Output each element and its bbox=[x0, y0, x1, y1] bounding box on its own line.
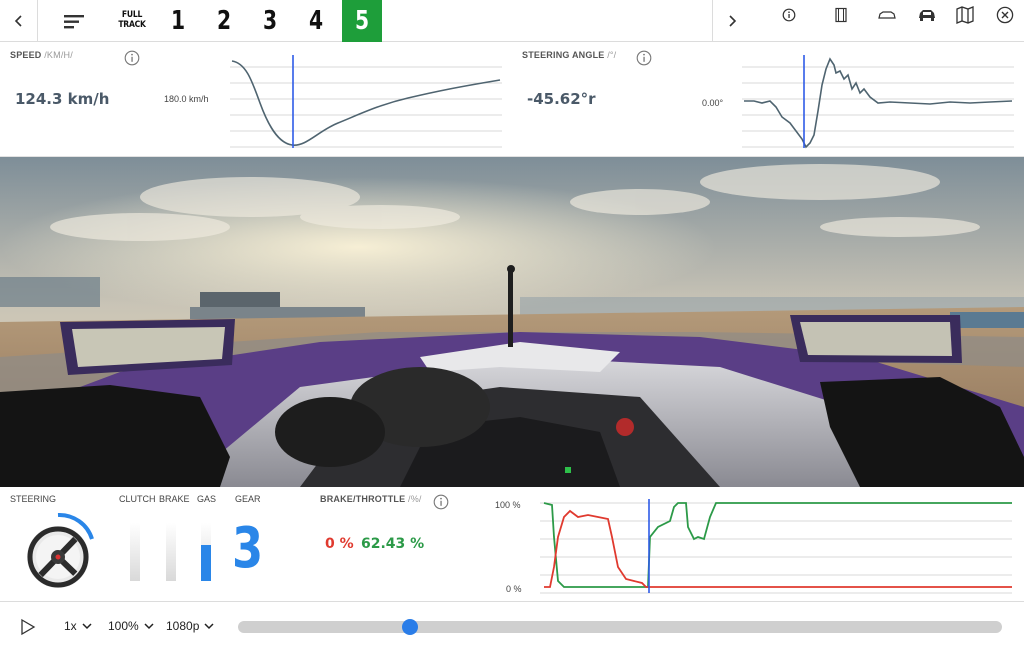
brake-throttle-panel: BRAKE/THROTTLE /%/ 0 % 62.43 % 100 % 0 % bbox=[292, 487, 1024, 600]
gear-value: 3 bbox=[232, 516, 264, 581]
full-track-line1: FULL bbox=[121, 10, 143, 20]
lap-label: 5 bbox=[354, 6, 370, 36]
brake-label: BRAKE bbox=[159, 494, 190, 504]
speed-trace-chart bbox=[230, 55, 502, 148]
quality-select[interactable]: 1080p bbox=[166, 619, 214, 633]
steering-angle-label: STEERING ANGLE /°/ bbox=[522, 50, 616, 60]
lap-label: 1 bbox=[170, 6, 186, 36]
film-icon[interactable] bbox=[830, 4, 852, 26]
speed-unit: /KM/H/ bbox=[44, 50, 73, 60]
lap-label: 3 bbox=[262, 6, 278, 36]
telemetry-replay-app: FULL TRACK 1 2 3 4 5 SPEED /KM/H/ 124.3 … bbox=[0, 0, 1024, 648]
brake-value: 0 % bbox=[325, 536, 354, 552]
zoom-value: 100% bbox=[108, 619, 139, 633]
full-track-button[interactable]: FULL TRACK bbox=[115, 10, 149, 30]
speed-info-icon[interactable] bbox=[124, 50, 140, 66]
steering-angle-trace bbox=[744, 57, 1013, 149]
telemetry-top-panel: SPEED /KM/H/ 124.3 km/h 180.0 km/h STEER… bbox=[0, 43, 1024, 157]
gas-label: GAS bbox=[197, 494, 217, 504]
steering-angle-label-text: STEERING ANGLE bbox=[522, 50, 605, 60]
zoom-select[interactable]: 100% bbox=[108, 619, 154, 633]
speed-gridlines bbox=[230, 66, 502, 148]
steering-angle-trace-chart bbox=[742, 55, 1014, 149]
steering-label: STEERING bbox=[10, 494, 57, 504]
lap-button-5[interactable]: 5 bbox=[342, 0, 382, 42]
onboard-video-frame bbox=[0, 157, 1024, 487]
chevron-down-icon bbox=[144, 622, 154, 629]
speed-value: 124.3 km/h bbox=[15, 90, 110, 108]
clutch-bar bbox=[130, 523, 140, 581]
gas-bar bbox=[201, 523, 211, 581]
lap-button-1[interactable]: 1 bbox=[158, 0, 198, 42]
playback-speed-value: 1x bbox=[64, 619, 77, 633]
lap-button-4[interactable]: 4 bbox=[296, 0, 336, 42]
brake-throttle-unit: /%/ bbox=[408, 494, 422, 504]
driver-controls-panel: STEERING CLUTCH BRAKE GAS GEAR 3 bbox=[0, 487, 292, 588]
steering-wheel-icon bbox=[27, 512, 94, 588]
steering-angle-unit: /°/ bbox=[607, 50, 617, 60]
close-icon[interactable] bbox=[994, 4, 1016, 26]
brake-bar bbox=[166, 523, 176, 581]
steering-angle-reference: 0.00° bbox=[702, 98, 724, 108]
gas-fill bbox=[201, 544, 211, 581]
steering-angle-info-icon[interactable] bbox=[636, 50, 652, 66]
steering-gridlines bbox=[742, 66, 1014, 148]
lap-button-3[interactable]: 3 bbox=[250, 0, 290, 42]
brake-throttle-info-icon[interactable] bbox=[433, 494, 449, 510]
video-player-bar: 1x 100% 1080p bbox=[0, 601, 1024, 648]
throttle-value: 62.43 % bbox=[361, 536, 425, 552]
lap-button-2[interactable]: 2 bbox=[204, 0, 244, 42]
seek-thumb[interactable] bbox=[401, 619, 418, 635]
playback-speed-select[interactable]: 1x bbox=[64, 619, 92, 633]
previous-button[interactable] bbox=[0, 0, 38, 42]
speed-label-text: SPEED bbox=[10, 50, 42, 60]
steering-angle-value: -45.62°r bbox=[527, 90, 596, 108]
y-axis-bottom-label: 0 % bbox=[506, 584, 522, 594]
lap-list-icon[interactable] bbox=[62, 12, 86, 32]
speed-reference: 180.0 km/h bbox=[164, 94, 209, 104]
top-nav: FULL TRACK 1 2 3 4 5 bbox=[0, 0, 1024, 42]
car-side-icon[interactable] bbox=[876, 4, 898, 26]
chevron-down-icon bbox=[204, 622, 214, 629]
next-button[interactable] bbox=[712, 0, 750, 42]
lap-label: 2 bbox=[216, 6, 232, 36]
y-axis-top-label: 100 % bbox=[495, 500, 521, 510]
chevron-down-icon bbox=[82, 622, 92, 629]
seek-bar[interactable] bbox=[238, 619, 1002, 635]
brake-trace bbox=[544, 509, 1012, 588]
clutch-label: CLUTCH bbox=[119, 494, 156, 504]
car-front-icon[interactable] bbox=[916, 4, 938, 26]
gear-label: GEAR bbox=[235, 494, 261, 504]
map-icon[interactable] bbox=[954, 4, 976, 26]
lap-label: 4 bbox=[308, 6, 324, 36]
speed-label: SPEED /KM/H/ bbox=[10, 50, 73, 60]
brake-throttle-gridlines bbox=[540, 502, 1012, 594]
quality-value: 1080p bbox=[166, 619, 200, 633]
speed-trace bbox=[231, 60, 501, 146]
info-icon[interactable] bbox=[778, 4, 800, 26]
brake-throttle-chart bbox=[540, 499, 1012, 594]
onboard-video[interactable] bbox=[0, 157, 1024, 487]
brake-throttle-label: BRAKE/THROTTLE /%/ bbox=[320, 494, 422, 504]
full-track-line2: TRACK bbox=[118, 20, 146, 30]
chevron-right-icon bbox=[728, 15, 736, 27]
chevron-left-icon bbox=[14, 15, 22, 27]
play-icon[interactable] bbox=[20, 618, 36, 636]
brake-throttle-label-text: BRAKE/THROTTLE bbox=[320, 494, 406, 504]
